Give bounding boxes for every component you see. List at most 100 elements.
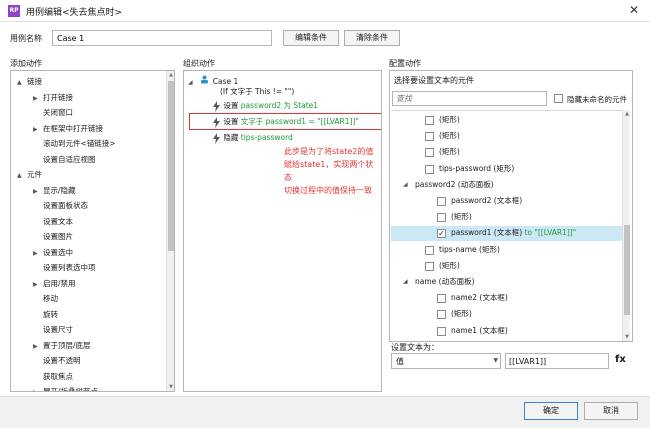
- widget-checkbox[interactable]: [425, 132, 434, 142]
- action-item[interactable]: 设置自适应视图: [33, 153, 96, 167]
- expand-icon[interactable]: ▲: [17, 76, 27, 90]
- widget-row[interactable]: name2 (文本框): [391, 291, 622, 306]
- edit-condition-button[interactable]: 编辑条件: [283, 30, 339, 46]
- widget-name: (矩形): [439, 260, 460, 270]
- action-item[interactable]: ▶展开/折叠树节点: [33, 385, 98, 391]
- expand-icon[interactable]: ▶: [33, 247, 43, 261]
- action-label: 链接: [27, 77, 42, 86]
- scroll-thumb[interactable]: [168, 81, 174, 251]
- widget-row[interactable]: ✓ password1 (文本框) to "[[LVAR1]]": [391, 226, 622, 242]
- collapse-icon[interactable]: ◢: [403, 275, 413, 289]
- widget-row[interactable]: ◢ password2 (动态面板): [391, 178, 622, 193]
- widget-name: tips-name (矩形): [439, 244, 500, 254]
- hide-unnamed-label: 隐藏未命名的元件: [567, 95, 627, 104]
- case-condition: (If 文字于 This != ""): [220, 87, 295, 96]
- widget-label: (矩形): [439, 113, 460, 127]
- action-label: 在框架中打开链接: [43, 123, 103, 133]
- scroll-thumb[interactable]: [624, 225, 630, 315]
- action-item[interactable]: 旋转: [33, 308, 58, 322]
- widget-checkbox[interactable]: [425, 164, 434, 174]
- widget-checkbox[interactable]: [437, 326, 446, 336]
- widget-label: password2 (动态面板): [415, 178, 494, 192]
- value-type-select[interactable]: 值 ▼: [391, 353, 501, 369]
- action-item[interactable]: 滚动到元件<锚链接>: [33, 137, 116, 151]
- widget-checkbox[interactable]: [437, 213, 446, 223]
- action-row-3[interactable]: 隐藏 tips-password: [212, 131, 293, 145]
- widget-row[interactable]: ◢ name (动态面板): [391, 275, 622, 290]
- action-group[interactable]: ▲ 元件: [17, 168, 42, 182]
- widget-row[interactable]: password2 (文本框): [391, 194, 622, 209]
- expand-icon[interactable]: ▶: [33, 92, 43, 106]
- widget-row[interactable]: tips-password (矩形): [391, 162, 622, 177]
- widget-tree: (矩形) (矩形) (矩形) tips-password (矩形) ◢ password2…: [391, 110, 622, 341]
- widget-checkbox[interactable]: [425, 245, 434, 255]
- widget-label: (矩形): [439, 129, 460, 143]
- collapse-icon[interactable]: ◢: [188, 76, 198, 90]
- scroll-down-icon[interactable]: ▼: [623, 333, 631, 341]
- widget-row[interactable]: (矩形): [391, 145, 622, 160]
- widget-row[interactable]: (矩形): [391, 307, 622, 322]
- hide-unnamed-checkbox[interactable]: [554, 94, 563, 103]
- action-item[interactable]: ▶ 在框架中打开链接: [33, 122, 103, 136]
- cancel-button[interactable]: 取消: [584, 402, 638, 420]
- widget-row[interactable]: (矩形): [391, 113, 622, 128]
- widget-row[interactable]: tips-name (矩形): [391, 243, 622, 258]
- action-item[interactable]: 设置尺寸: [33, 323, 73, 337]
- widget-row[interactable]: (矩形): [391, 259, 622, 274]
- widget-search-input[interactable]: [392, 91, 547, 106]
- action-item[interactable]: 设置不透明: [33, 354, 81, 368]
- action-item[interactable]: 设置面板状态: [33, 199, 88, 213]
- clear-condition-button[interactable]: 清除条件: [344, 30, 400, 46]
- widget-checkbox[interactable]: [437, 197, 446, 206]
- action-item[interactable]: ▶ 显示/隐藏: [33, 184, 76, 198]
- expand-icon[interactable]: ▶: [33, 386, 43, 391]
- widget-checkbox[interactable]: ✓: [437, 229, 446, 239]
- scroll-down-icon[interactable]: ▼: [167, 383, 174, 391]
- action-row-1[interactable]: 设置 password2 为 State1: [212, 99, 318, 113]
- widget-tree-scrollbar[interactable]: ▲ ▼: [622, 110, 630, 341]
- expand-icon[interactable]: ▶: [33, 185, 43, 199]
- action-detail: password2 为 State1: [240, 101, 319, 110]
- widget-row[interactable]: name1 (文本框): [391, 324, 622, 339]
- action-group[interactable]: ▲ 链接: [17, 75, 42, 89]
- action-item[interactable]: 设置文本: [33, 215, 73, 229]
- action-item[interactable]: ▶ 设置选中: [33, 246, 73, 260]
- widget-row[interactable]: (矩形): [391, 210, 622, 225]
- action-item[interactable]: 移动: [33, 292, 58, 306]
- ok-button[interactable]: 确定: [524, 402, 578, 420]
- widget-checkbox[interactable]: [437, 294, 446, 304]
- widget-name: (矩形): [439, 131, 460, 141]
- widget-name: (矩形): [451, 309, 472, 319]
- expand-icon[interactable]: ▶: [33, 123, 43, 137]
- expand-icon[interactable]: ▲: [17, 169, 27, 183]
- widget-checkbox[interactable]: [425, 116, 434, 125]
- configure-panel: 选择要设置文本的元件 隐藏未命名的元件 (矩形) (矩形) (矩形) tips-pas…: [389, 70, 633, 342]
- expand-icon[interactable]: ▶: [33, 278, 43, 292]
- widget-row[interactable]: (矩形): [391, 129, 622, 144]
- widget-checkbox[interactable]: [425, 261, 434, 271]
- collapse-icon[interactable]: ◢: [403, 178, 413, 192]
- action-label: 元件: [27, 170, 42, 179]
- scroll-up-icon[interactable]: ▲: [623, 110, 631, 118]
- action-label: 显示/隐藏: [43, 185, 76, 195]
- widget-checkbox[interactable]: [437, 310, 446, 320]
- expand-icon[interactable]: ▶: [33, 340, 43, 354]
- action-item[interactable]: 关闭窗口: [33, 106, 73, 120]
- action-item[interactable]: 获取焦点: [33, 370, 73, 384]
- close-icon[interactable]: ✕: [627, 3, 641, 17]
- action-item[interactable]: 设置列表选中项: [33, 261, 96, 275]
- action-item[interactable]: ▶ 打开链接: [33, 91, 73, 105]
- value-input[interactable]: [505, 353, 609, 369]
- add-action-scrollbar[interactable]: ▲ ▼: [166, 71, 174, 391]
- action-item[interactable]: 设置图片: [33, 230, 73, 244]
- widget-checkbox[interactable]: [425, 148, 434, 158]
- fx-button[interactable]: fx: [615, 354, 626, 365]
- widget-name: (矩形): [439, 147, 460, 157]
- widget-label: tips-password (矩形): [439, 162, 514, 176]
- case-name-input[interactable]: [52, 30, 272, 46]
- action-item[interactable]: ▶ 启用/禁用: [33, 277, 76, 291]
- widget-label: name2 (文本框): [451, 291, 508, 305]
- action-item[interactable]: ▶ 置于顶层/底层: [33, 339, 91, 353]
- configure-action-heading: 配置动作: [389, 59, 421, 68]
- scroll-up-icon[interactable]: ▲: [167, 71, 174, 79]
